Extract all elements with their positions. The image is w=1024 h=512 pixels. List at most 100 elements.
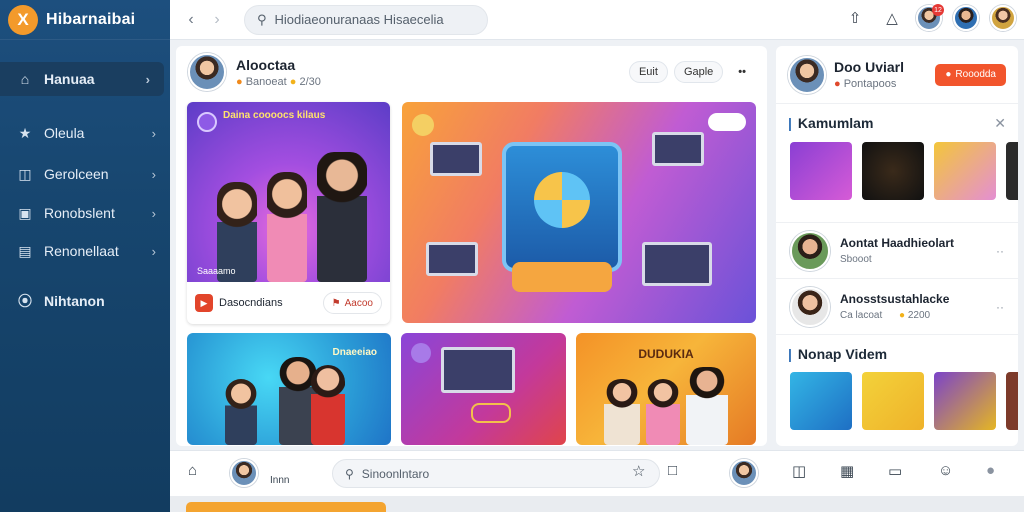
sidebar: Х Hibarnaibai ⌂ Hanuaa › ★ Oleula › ◫ Ge…	[0, 0, 170, 512]
follow-button[interactable]: ● Rooodda	[935, 63, 1006, 86]
author-avatar[interactable]	[188, 53, 226, 91]
video-thumbnail[interactable]	[1006, 372, 1018, 430]
profile-icon[interactable]: ●	[986, 462, 995, 479]
list-item[interactable]: Anosstsustahlacke Ca lacoat ● 2200 ··	[776, 278, 1018, 334]
person-figure	[686, 367, 728, 445]
media-card[interactable]: Daina coooocs kilaus Saaaamo ▶ Dasocndia…	[187, 102, 390, 324]
save-button[interactable]: Gaple	[673, 61, 724, 83]
bottom-label: Innn	[270, 475, 290, 486]
chevron-right-icon: ›	[145, 71, 150, 87]
avatar[interactable]	[953, 5, 979, 31]
media-card[interactable]: DUDUKIA	[576, 333, 756, 445]
emoji-icon[interactable]: ☺	[938, 462, 953, 479]
more-button[interactable]: ••	[729, 61, 755, 83]
bell-icon[interactable]: △	[879, 5, 905, 31]
laptop-illustration	[642, 242, 712, 286]
avatar	[790, 286, 830, 327]
person-figure	[267, 172, 307, 282]
sidebar-item-navigation[interactable]: ⦿ Nihtanon	[0, 284, 170, 318]
app-window: Х Hibarnaibai ⌂ Hanuaa › ★ Oleula › ◫ Ge…	[0, 0, 1024, 512]
section-header: | Kamumlam ✕	[776, 104, 1018, 142]
calendar-icon[interactable]: ▦	[840, 462, 854, 480]
profile-avatar[interactable]	[788, 55, 826, 94]
more-icon[interactable]: ··	[996, 300, 1004, 314]
sidebar-item-grid[interactable]: ▣ Ronobslent ›	[0, 196, 170, 230]
close-icon[interactable]: ✕	[994, 115, 1006, 132]
video-thumbnail[interactable]	[862, 372, 924, 430]
avatar[interactable]	[230, 459, 258, 487]
list-item-subtitle: Ca lacoat ● 2200	[840, 310, 949, 321]
media-card[interactable]: Dnaeeiao	[187, 333, 391, 445]
chart-icon: ▤	[18, 242, 32, 259]
section-title: Kamumlam	[797, 115, 874, 131]
sidebar-nav: ⌂ Hanuaa › ★ Oleula › ◫ Gerolceen › ▣ Ro…	[0, 62, 170, 318]
media-tag: Saaaamo	[197, 266, 236, 276]
video-thumbnail[interactable]	[934, 372, 996, 430]
overlay-chip[interactable]	[708, 113, 746, 131]
laptop-illustration	[652, 132, 704, 166]
edit-button[interactable]: Euit	[628, 61, 668, 83]
thumbnail-row	[776, 142, 1018, 204]
profile-avatar[interactable]	[990, 5, 1016, 31]
person-figure	[604, 379, 640, 445]
home-icon[interactable]: ⌂	[188, 462, 197, 479]
avatar[interactable]: 12	[916, 4, 944, 31]
video-thumbnail[interactable]	[862, 142, 924, 200]
grid-icon: ▣	[18, 204, 32, 221]
sidebar-item-label: Nihtanon	[44, 293, 105, 309]
location-icon: ●	[834, 78, 841, 90]
globe-icon	[534, 172, 590, 228]
list-item-subtitle-text: Ca lacoat	[840, 310, 883, 321]
video-thumbnail[interactable]	[790, 142, 852, 200]
next-post-preview	[186, 502, 386, 512]
check-icon	[197, 112, 217, 132]
chevron-right-icon: ›	[151, 125, 156, 141]
sidebar-item-label: Gerolceen	[44, 166, 109, 182]
sidebar-item-favorites[interactable]: ★ Oleula ›	[0, 116, 170, 150]
sidebar-item-home[interactable]: ⌂ Hanuaa ›	[0, 62, 164, 96]
person-figure	[317, 152, 367, 282]
author-name[interactable]: Alooctaa	[236, 57, 623, 73]
platform-illustration	[512, 262, 612, 292]
featured-media-card[interactable]	[402, 102, 756, 323]
emoji-icon: ●	[899, 310, 906, 321]
list-item-subtitle: Sbooot	[840, 254, 872, 265]
list-item-text: Aontat Haadhieolart Sbooot	[840, 236, 954, 265]
flag-icon: ⚑	[331, 297, 341, 309]
avatar[interactable]	[730, 459, 758, 487]
sidebar-item-label: Ronobslent	[44, 205, 115, 221]
person-figure	[311, 365, 345, 445]
list-item[interactable]: Aontat Haadhieolart Sbooot ··	[776, 222, 1018, 278]
post-header: Alooctaa ● Banoeat ● 2/30 Euit Gaple ••	[176, 46, 767, 98]
bottom-search-input[interactable]: ⚲ Sinoonlntaro	[332, 459, 660, 488]
profile-meta-text: Pontapoos	[843, 78, 897, 90]
brand[interactable]: Х Hibarnaibai	[0, 0, 170, 40]
bag-icon[interactable]: ◫	[792, 462, 806, 480]
sidebar-item-reports[interactable]: ▤ Renonellaat ›	[0, 234, 170, 268]
video-thumbnail[interactable]	[934, 142, 996, 200]
list-item-title: Aontat Haadhieolart	[840, 236, 955, 250]
right-panel: Doo Uviarl ● Pontapoos ● Rooodda | Kamum…	[776, 46, 1018, 446]
play-icon[interactable]: ▶	[195, 294, 213, 312]
media-title: DUDUKIA	[638, 347, 694, 361]
video-thumbnail[interactable]	[790, 372, 852, 430]
media-action-button[interactable]: ⚑ Aacoo	[322, 292, 382, 314]
more-icon[interactable]: ··	[996, 244, 1004, 258]
bottom-search-placeholder: Sinoonlntaro	[361, 466, 430, 481]
chevron-right-icon: ›	[151, 243, 156, 259]
home-icon: ⌂	[20, 71, 30, 87]
forward-arrow-icon[interactable]: ›	[204, 11, 230, 29]
upload-icon[interactable]: ⇧	[842, 5, 868, 31]
post-meta-count: 2/30	[299, 75, 321, 88]
star-icon[interactable]: ☆	[632, 462, 645, 480]
sidebar-item-shop[interactable]: ◫ Gerolceen ›	[0, 157, 170, 191]
video-thumbnail[interactable]	[1006, 142, 1018, 200]
back-arrow-icon[interactable]: ‹	[178, 11, 204, 29]
laptop-illustration	[441, 347, 515, 393]
search-input[interactable]: ⚲ Hiodiaeonuranaas Hisaecelia	[244, 4, 488, 35]
media-card[interactable]	[401, 333, 566, 445]
star-icon: ★	[18, 124, 32, 141]
clipboard-icon[interactable]: ▭	[888, 462, 902, 480]
profile-name[interactable]: Doo Uviarl	[834, 59, 904, 75]
chat-icon[interactable]: □	[668, 462, 677, 479]
